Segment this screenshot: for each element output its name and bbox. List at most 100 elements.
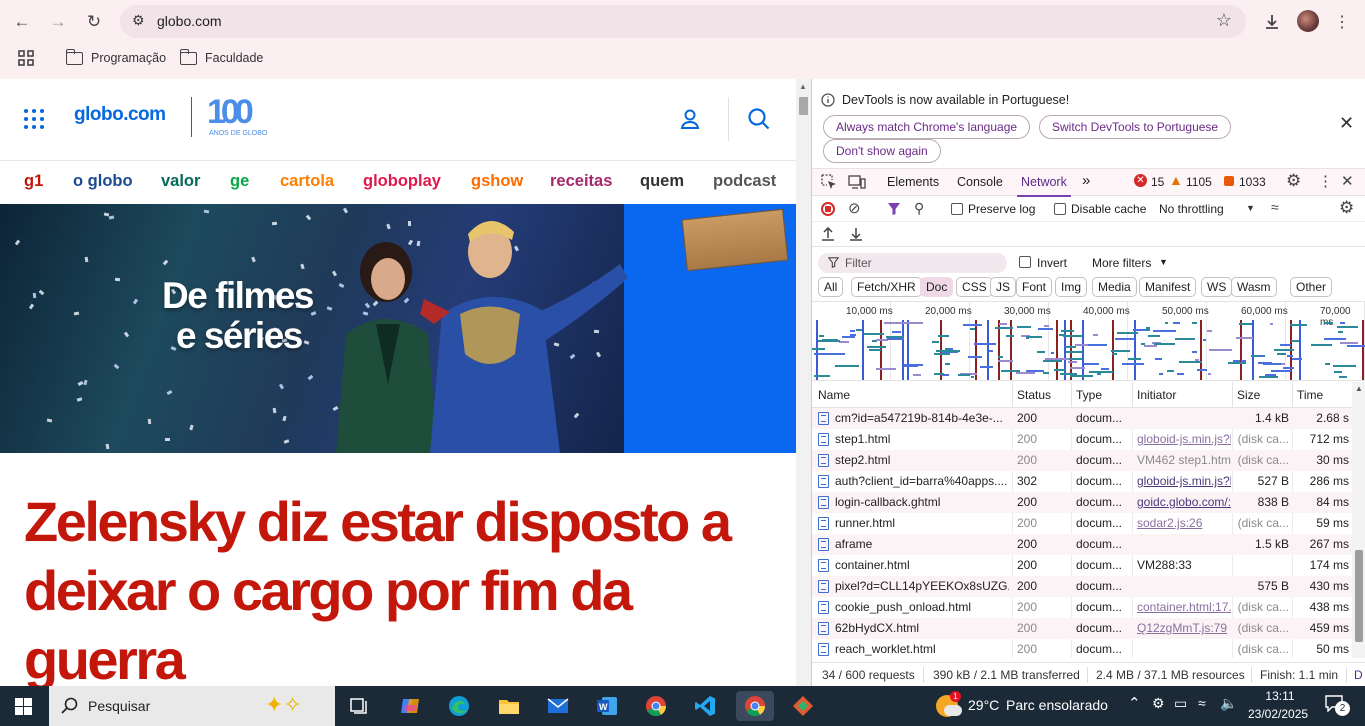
request-initiator[interactable]: globoid-js.min.js?l	[1137, 432, 1231, 446]
request-initiator[interactable]: globoid-js.min.js?l	[1137, 474, 1231, 488]
nav-valor[interactable]: valor	[161, 172, 200, 191]
col-status[interactable]: Status	[1017, 388, 1051, 402]
page-scrollbar[interactable]: ▲	[796, 79, 811, 686]
task-view-icon[interactable]	[340, 691, 378, 721]
bookmark-faculdade[interactable]: Faculdade	[179, 48, 263, 68]
request-initiator[interactable]: Q12zgMmT.js:79	[1137, 621, 1231, 635]
disable-cache-label[interactable]: Disable cache	[1071, 202, 1146, 216]
scroll-up-icon[interactable]: ▲	[1355, 384, 1363, 393]
request-name[interactable]: cm?id=a547219b-814b-4e3e-...	[835, 411, 1009, 425]
vscode-icon[interactable]	[686, 691, 724, 721]
network-conditions-icon[interactable]: ≈	[1271, 199, 1279, 215]
type-font[interactable]: Font	[1016, 277, 1053, 297]
network-timeline-overview[interactable]: 10,000 ms 20,000 ms 30,000 ms 40,000 ms …	[812, 301, 1365, 381]
close-devtools-icon[interactable]: ✕	[1341, 172, 1354, 190]
type-all[interactable]: All	[818, 277, 844, 297]
menu-kebab-icon[interactable]: ⋮	[1328, 8, 1356, 36]
nav-receitas[interactable]: receitas	[550, 172, 612, 191]
request-initiator[interactable]: sodar2.js:26	[1137, 516, 1231, 530]
request-name[interactable]: step1.html	[835, 432, 1009, 446]
apps-grid-icon[interactable]	[18, 48, 34, 68]
menu-dots-icon[interactable]	[24, 109, 44, 129]
tray-app-icon[interactable]: ⚙	[1152, 695, 1165, 712]
col-initiator[interactable]: Initiator	[1137, 388, 1176, 402]
weather-description[interactable]: Parc ensolarado	[1006, 697, 1108, 713]
volume-icon[interactable]: 🔈	[1220, 695, 1237, 712]
type-media[interactable]: Media	[1092, 277, 1137, 297]
nav-gshow[interactable]: gshow	[471, 172, 523, 191]
export-har-icon[interactable]	[849, 227, 863, 241]
nav-g1[interactable]: g1	[24, 172, 43, 191]
tab-network[interactable]: Network	[1017, 175, 1071, 197]
request-initiator[interactable]: container.html:17...	[1137, 600, 1231, 614]
network-settings-gear-icon[interactable]: ⚙	[1339, 198, 1354, 218]
search-icon[interactable]	[747, 107, 771, 131]
request-row[interactable]: step1.html 200 docum... globoid-js.min.js?l…	[812, 429, 1352, 450]
taskbar-search[interactable]: Pesquisar ✦✧	[49, 686, 335, 726]
type-img[interactable]: Img	[1055, 277, 1088, 297]
throttling-select[interactable]: No throttling	[1159, 202, 1224, 216]
windows-start-icon[interactable]	[15, 698, 32, 715]
request-row[interactable]: reach_worklet.html 200 docum... (disk ca...…	[812, 639, 1352, 658]
close-infobar-icon[interactable]: ✕	[1339, 113, 1354, 134]
globo-logo[interactable]: globo.com	[74, 104, 166, 126]
request-name[interactable]: aframe	[835, 537, 1009, 551]
chrome-icon[interactable]	[637, 691, 675, 721]
preserve-log-checkbox[interactable]	[951, 203, 963, 215]
col-type[interactable]: Type	[1076, 388, 1102, 402]
col-time[interactable]: Time	[1297, 388, 1323, 402]
request-initiator[interactable]: VM288:33	[1137, 558, 1231, 572]
request-name[interactable]: auth?client_id=barra%40apps....	[835, 474, 1009, 488]
more-filters-chevron-icon[interactable]: ▼	[1159, 257, 1168, 267]
chrome-dev-icon[interactable]	[736, 691, 774, 721]
tab-elements[interactable]: Elements	[887, 175, 939, 189]
request-row[interactable]: 62bHydCX.html 200 docum... Q12zgMmT.js:79 (d…	[812, 618, 1352, 639]
settings-gear-icon[interactable]: ⚙	[1286, 171, 1301, 191]
notification-center-icon[interactable]: 2	[1324, 694, 1350, 718]
type-fetch-xhr[interactable]: Fetch/XHR	[851, 277, 922, 297]
clock-date[interactable]: 23/02/2025	[1248, 707, 1308, 721]
weather-temperature[interactable]: 29°C	[968, 697, 999, 713]
edge-browser-icon[interactable]	[440, 691, 478, 721]
request-initiator[interactable]: VM462 step1.html	[1137, 453, 1231, 467]
type-css[interactable]: CSS	[956, 277, 993, 297]
nav-globoplay[interactable]: globoplay	[363, 172, 441, 191]
type-js[interactable]: JS	[990, 277, 1017, 297]
request-initiator[interactable]: goidc.globo.com/:	[1137, 495, 1231, 509]
requests-scrollbar[interactable]: ▲	[1352, 382, 1365, 658]
tab-console[interactable]: Console	[957, 175, 1003, 189]
request-row[interactable]: pixel?d=CLL14pYEEKOx8sUZG... 200 docum... 5…	[812, 576, 1352, 597]
weather-icon[interactable]: 1	[936, 691, 962, 719]
warning-count[interactable]: 1105	[1186, 175, 1212, 189]
nav-cartola[interactable]: cartola	[280, 172, 334, 191]
import-har-icon[interactable]	[821, 227, 835, 241]
col-size[interactable]: Size	[1237, 388, 1260, 402]
request-row[interactable]: cm?id=a547219b-814b-4e3e-... 200 docum... 1…	[812, 408, 1352, 429]
url-text[interactable]: globo.com	[157, 13, 222, 29]
request-name[interactable]: reach_worklet.html	[835, 642, 1009, 656]
main-headline[interactable]: Zelensky diz estar disposto a deixar o c…	[24, 487, 764, 686]
match-language-button[interactable]: Always match Chrome's language	[823, 115, 1031, 139]
profile-avatar[interactable]	[1297, 10, 1319, 32]
more-filters-button[interactable]: More filters	[1092, 256, 1151, 270]
scroll-up-icon[interactable]: ▲	[799, 82, 807, 91]
more-tabs-chevron-icon[interactable]: »	[1082, 172, 1090, 189]
record-stop-icon[interactable]	[821, 202, 835, 216]
scroll-thumb[interactable]	[1355, 550, 1363, 642]
dev-tool-icon[interactable]	[784, 691, 822, 721]
invert-label[interactable]: Invert	[1037, 256, 1067, 270]
request-name[interactable]: step2.html	[835, 453, 1009, 467]
switch-portuguese-button[interactable]: Switch DevTools to Portuguese	[1039, 115, 1232, 139]
scroll-thumb[interactable]	[799, 97, 808, 115]
type-doc[interactable]: Doc	[920, 277, 954, 297]
reload-icon[interactable]: ↻	[80, 8, 108, 36]
request-name[interactable]: pixel?d=CLL14pYEEKOx8sUZG...	[835, 579, 1009, 593]
dont-show-again-button[interactable]: Don't show again	[823, 139, 941, 163]
devtools-menu-icon[interactable]: ⋮	[1318, 172, 1333, 190]
preserve-log-label[interactable]: Preserve log	[968, 202, 1035, 216]
invert-checkbox[interactable]	[1019, 256, 1031, 268]
request-name[interactable]: runner.html	[835, 516, 1009, 530]
issues-count[interactable]: 1033	[1239, 175, 1266, 189]
promo-banner[interactable]: De filmes e séries	[0, 204, 796, 453]
request-row[interactable]: login-callback.ghtml 200 docum... goidc.glo…	[812, 492, 1352, 513]
